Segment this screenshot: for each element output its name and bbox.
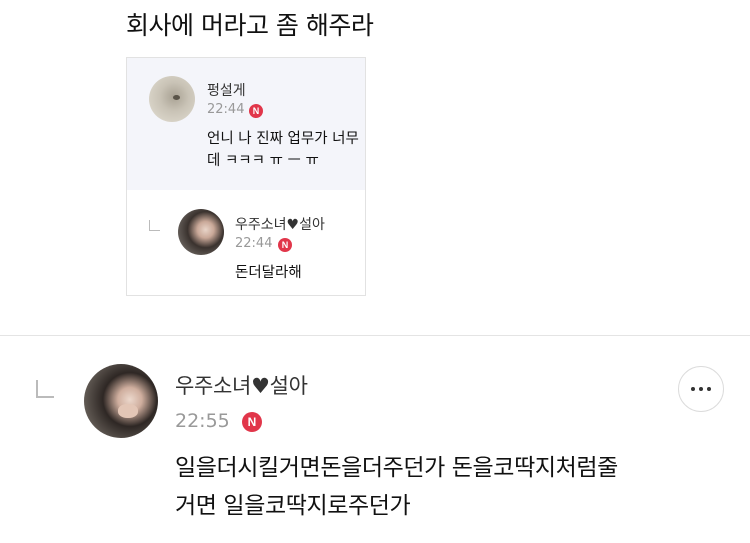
- quoted-body-line-1: 언니 나 진짜 업무가 너무: [207, 131, 359, 147]
- comment-timestamp: 22:55: [175, 410, 230, 432]
- quoted-reply-author-name[interactable]: 우주소녀♥설아: [235, 214, 325, 234]
- quoted-reply-timestamp: 22:44: [235, 236, 273, 251]
- top-comment-text: 회사에 머라고 좀 해주라: [126, 11, 374, 40]
- new-badge-icon: N: [249, 104, 263, 118]
- quoted-body-line-2: 데 ㅋㅋㅋ ㅠ ㅡ ㅠ: [207, 153, 319, 169]
- new-badge-icon: N: [278, 238, 292, 252]
- quoted-comment-card[interactable]: 펑설게 22:44 N 언니 나 진짜 업무가 너무 데 ㅋㅋㅋ ㅠ ㅡ ㅠ 우…: [126, 57, 366, 296]
- reply-indent-icon: [149, 220, 160, 231]
- more-horizontal-icon: [691, 387, 695, 391]
- more-options-button[interactable]: [678, 366, 724, 412]
- avatar[interactable]: [84, 364, 158, 438]
- comment-body-line-1: 일을더시킬거면돈을더주던가 돈을코딱지처럼줄: [175, 455, 618, 481]
- quoted-timestamp: 22:44: [207, 102, 245, 117]
- quoted-reply-body: 돈더달라해: [235, 265, 302, 281]
- comment-author-name[interactable]: 우주소녀♥설아: [175, 370, 308, 400]
- avatar[interactable]: [178, 209, 224, 255]
- divider: [0, 335, 750, 336]
- quoted-original-comment: 펑설게 22:44 N 언니 나 진짜 업무가 너무 데 ㅋㅋㅋ ㅠ ㅡ ㅠ: [127, 58, 365, 190]
- quoted-author-name[interactable]: 펑설게: [207, 80, 246, 100]
- reply-indent-icon: [36, 380, 54, 398]
- avatar[interactable]: [149, 76, 195, 122]
- comment-body: 일을더시킬거면돈을더주던가 돈을코딱지처럼줄 거면 일을코딱지로주던가: [175, 449, 618, 525]
- new-badge-icon: N: [242, 412, 262, 432]
- comment-body-line-2: 거면 일을코딱지로주던가: [175, 493, 411, 519]
